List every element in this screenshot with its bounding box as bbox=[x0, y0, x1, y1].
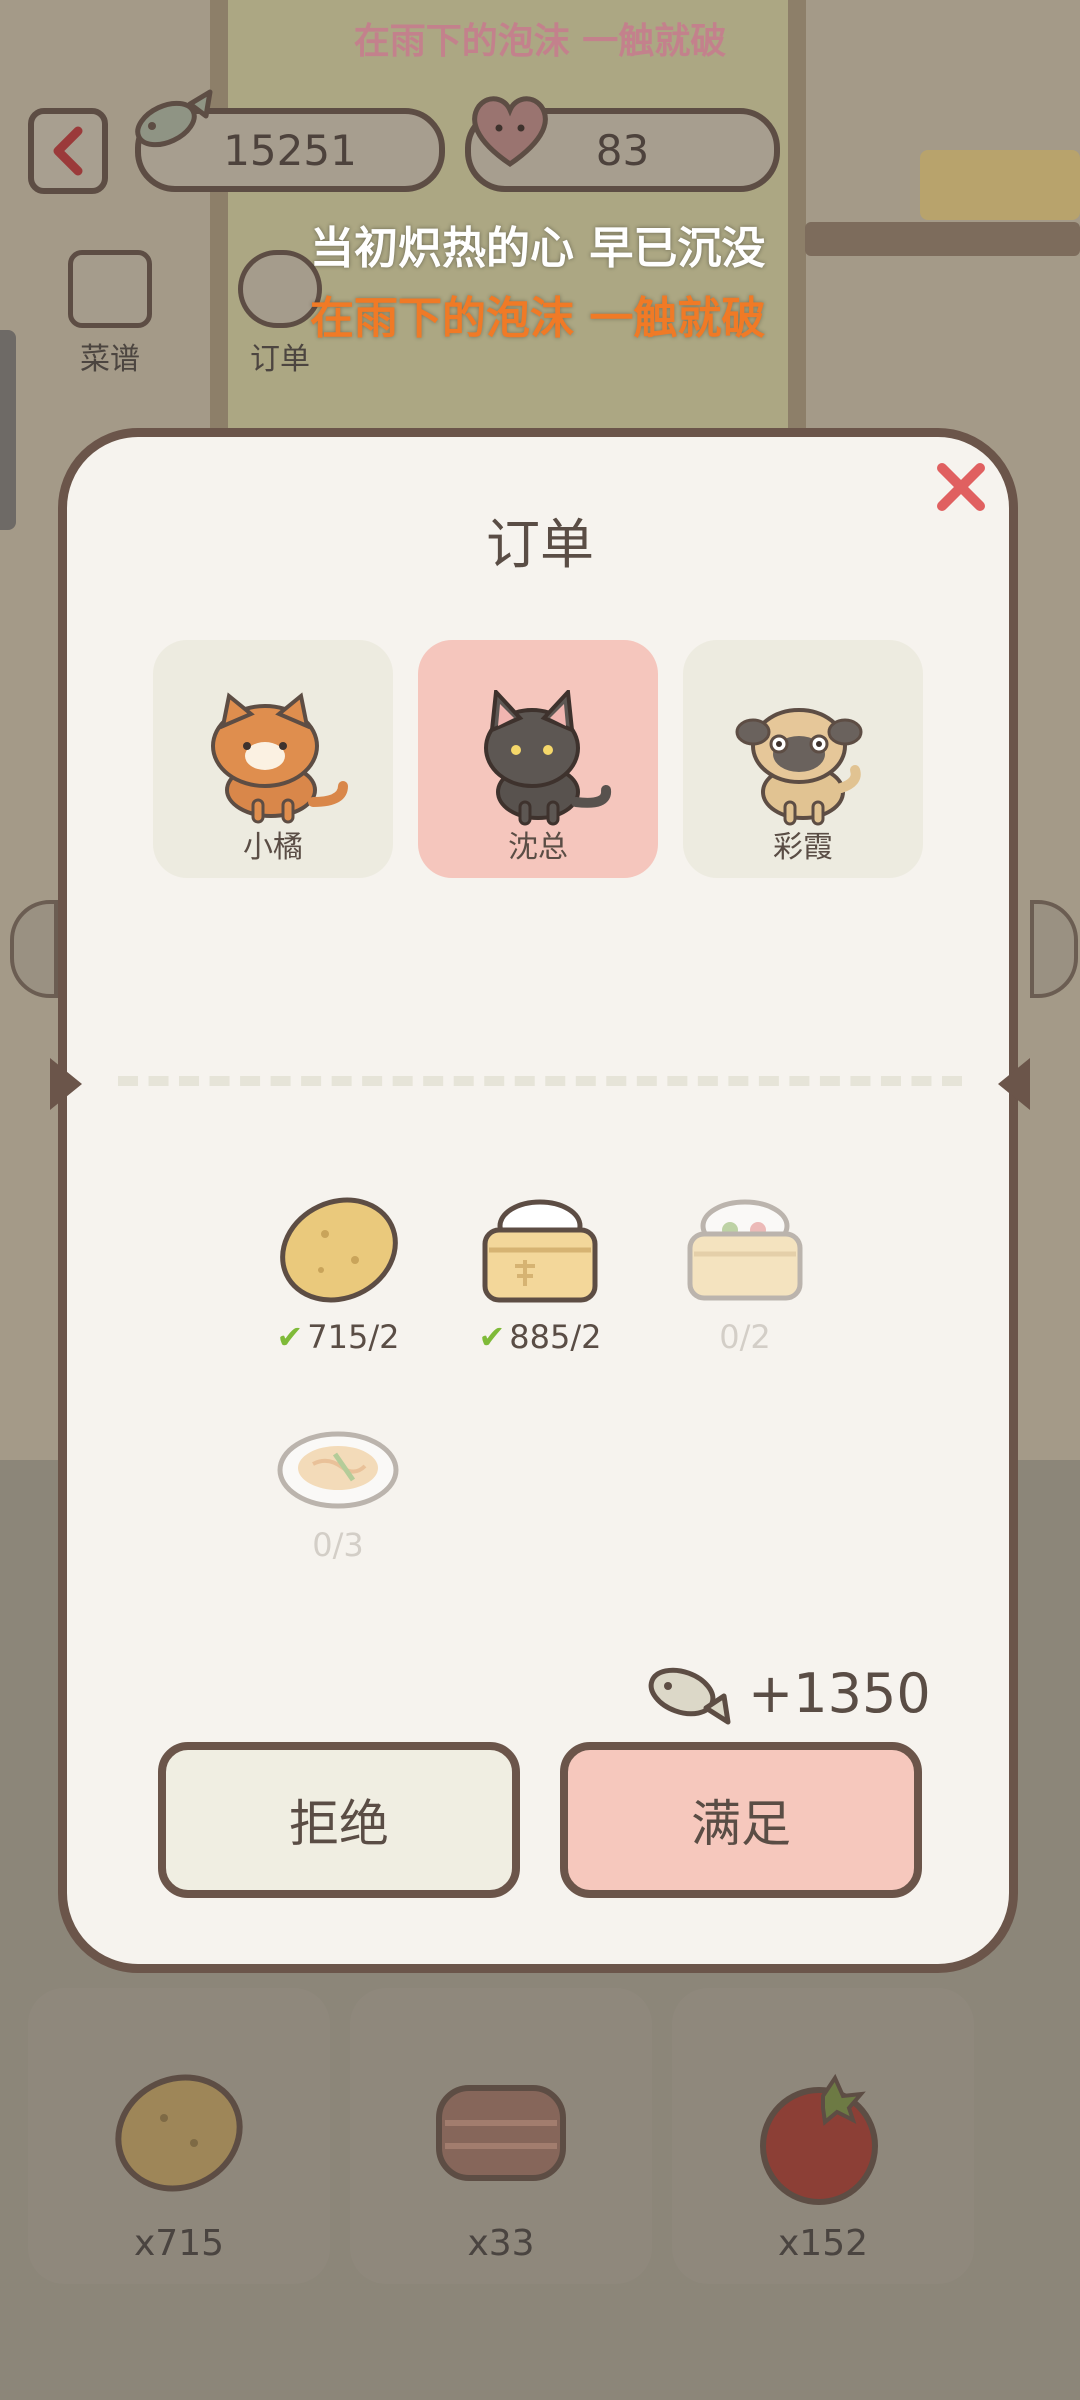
reward: +1350 bbox=[640, 1656, 931, 1730]
requirement-count: ✔ 885/2 bbox=[450, 1318, 630, 1356]
customer-name: 沈总 bbox=[508, 830, 568, 865]
customer-tab[interactable]: 彩霞 bbox=[683, 640, 923, 878]
back-arrow-icon bbox=[53, 126, 83, 176]
inventory-qty: x33 bbox=[467, 2223, 535, 2264]
inventory-qty: x152 bbox=[777, 2223, 869, 2264]
requirement-item: ✔ 715/2 bbox=[248, 1190, 428, 1356]
inventory-card[interactable]: x33 bbox=[350, 1988, 652, 2284]
reject-label: 拒绝 bbox=[289, 1795, 389, 1853]
towel-stack bbox=[920, 150, 1080, 220]
requirement-item: 0/3 bbox=[248, 1418, 428, 1564]
meat-icon bbox=[436, 2085, 566, 2181]
check-icon: ✔ bbox=[276, 1318, 304, 1356]
tomato-icon bbox=[760, 2073, 878, 2205]
fish-count: 15251 bbox=[223, 125, 357, 175]
orange-cat-icon bbox=[211, 692, 348, 824]
noodle-plate-icon bbox=[277, 1431, 399, 1509]
check-icon: ✔ bbox=[478, 1318, 506, 1356]
lyric-line-2: 在雨下的泡沫 一触就破 bbox=[310, 293, 766, 344]
customer-name: 小橘 bbox=[243, 830, 303, 865]
inventory-card[interactable]: x152 bbox=[672, 1988, 974, 2284]
ticket-notch-right bbox=[998, 1058, 1030, 1110]
requirement-item: ✔ 885/2 bbox=[450, 1190, 630, 1356]
fish-icon bbox=[648, 1667, 731, 1725]
lyric-line-1: 当初炽热的心 早已沉没 bbox=[310, 223, 766, 274]
requirement-count-text: 885/2 bbox=[509, 1318, 602, 1356]
recipe-book-icon bbox=[68, 250, 152, 328]
customer-tab[interactable]: 小橘 bbox=[153, 640, 393, 878]
accept-label: 满足 bbox=[691, 1795, 791, 1853]
requirement-count-text: 715/2 bbox=[307, 1318, 400, 1356]
customer-tab-selected[interactable]: 沈总 bbox=[418, 640, 658, 878]
inventory-card[interactable]: x715 bbox=[28, 1988, 330, 2284]
dialog-title: 订单 bbox=[486, 513, 594, 576]
ticket-notch-left bbox=[50, 1058, 82, 1110]
heart-icon bbox=[472, 96, 548, 168]
orders-label: 订单 bbox=[250, 342, 310, 377]
customer-name: 彩霞 bbox=[773, 830, 833, 865]
fish-icon bbox=[135, 89, 213, 148]
requirement-count: ✔ 715/2 bbox=[248, 1318, 428, 1356]
recipes-button[interactable]: 菜谱 bbox=[55, 250, 165, 378]
shelf bbox=[805, 222, 1080, 256]
black-cat-icon bbox=[484, 690, 612, 826]
reward-amount: +1350 bbox=[748, 1661, 931, 1725]
dumpling-steamer-icon bbox=[687, 1199, 803, 1301]
ticket-divider bbox=[118, 1076, 962, 1086]
accept-button[interactable]: 满足 bbox=[560, 1742, 922, 1898]
back-button[interactable] bbox=[28, 108, 108, 194]
requirement-count: 0/3 bbox=[312, 1526, 364, 1564]
pug-dog-icon bbox=[735, 708, 863, 826]
inventory-qty: x715 bbox=[133, 2223, 225, 2264]
potato-icon bbox=[280, 1197, 398, 1303]
song-banner: 在雨下的泡沫 一触就破 bbox=[353, 21, 727, 62]
heart-count: 83 bbox=[595, 125, 650, 175]
requirement-count: 0/2 bbox=[719, 1318, 771, 1356]
potato-icon bbox=[115, 2074, 243, 2192]
rice-steamer-icon bbox=[482, 1199, 598, 1303]
reject-button[interactable]: 拒绝 bbox=[158, 1742, 520, 1898]
requirement-item: 0/2 bbox=[655, 1190, 835, 1356]
recipes-label: 菜谱 bbox=[80, 342, 140, 377]
